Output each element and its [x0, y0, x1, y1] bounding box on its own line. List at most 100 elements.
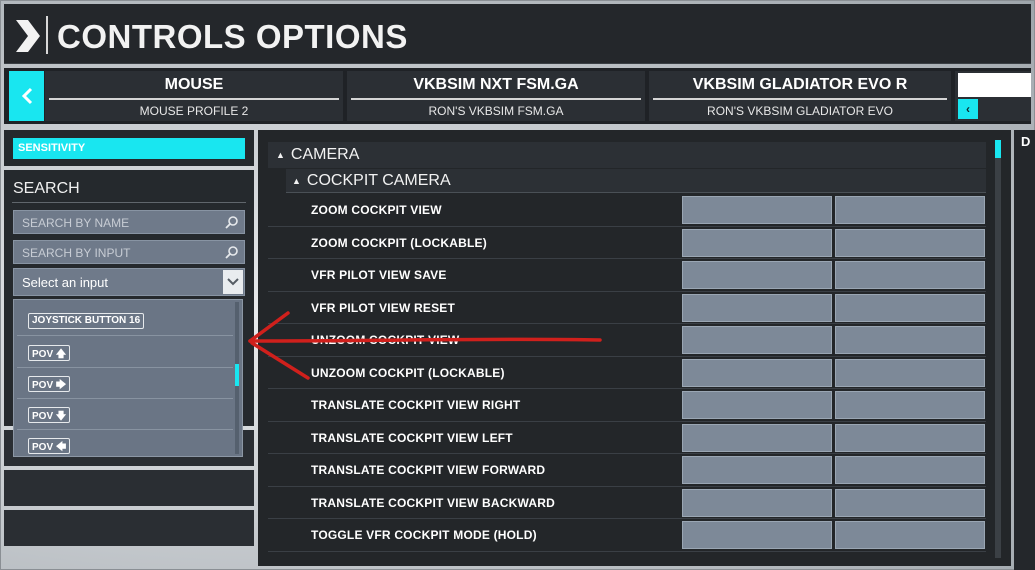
binding-row[interactable]: UNZOOM COCKPIT VIEW — [268, 324, 986, 357]
binding-row[interactable]: TOGGLE VFR COCKPIT MODE (HOLD) — [268, 519, 986, 552]
binding-slot-secondary[interactable] — [835, 521, 985, 549]
device-profile: MOUSE PROFILE 2 — [139, 104, 249, 118]
details-panel-initial: D — [1021, 134, 1031, 149]
bindings-list: ZOOM COCKPIT VIEW ZOOM COCKPIT (LOCKABLE)… — [268, 194, 986, 552]
divider — [12, 202, 246, 203]
binding-row[interactable]: UNZOOM COCKPIT (LOCKABLE) — [268, 357, 986, 389]
dropdown-item-pov-down[interactable]: POV 🡇 — [17, 399, 233, 430]
page-header: CONTROLS OPTIONS — [4, 4, 1031, 64]
binding-slot-secondary[interactable] — [835, 326, 985, 354]
details-panel: D — [1014, 130, 1035, 570]
caret-up-icon: ▲ — [292, 175, 301, 186]
device-tab-partial — [958, 73, 1031, 97]
search-heading: SEARCH — [13, 180, 80, 197]
binding-slot-secondary[interactable] — [835, 488, 985, 517]
binding-label: VFR PILOT VIEW SAVE — [311, 268, 447, 282]
input-tag: POV 🡅 — [28, 345, 71, 361]
binding-row[interactable]: TRANSLATE COCKPIT VIEW FORWARD — [268, 454, 986, 487]
binding-row[interactable]: VFR PILOT VIEW RESET — [268, 292, 986, 324]
binding-slot-primary[interactable] — [682, 423, 832, 452]
binding-slot-primary[interactable] — [682, 358, 832, 387]
device-tab-next[interactable]: ‹ — [955, 71, 1031, 121]
binding-slot-secondary[interactable] — [835, 196, 985, 224]
binding-slot-secondary[interactable] — [835, 228, 985, 257]
binding-slot-primary[interactable] — [682, 228, 832, 257]
device-profile: RON'S VKBSIM GLADIATOR EVO — [707, 104, 893, 118]
category-camera[interactable]: ▲ CAMERA — [268, 142, 986, 168]
device-bar: MOUSE MOUSE PROFILE 2 VKBSIM NXT FSM.GA … — [4, 68, 1031, 124]
binding-slot-primary[interactable] — [682, 293, 832, 322]
category-label: CAMERA — [290, 146, 360, 163]
subcategory-cockpit-camera[interactable]: ▲ COCKPIT CAMERA — [286, 169, 986, 193]
input-tag: POV 🡇 — [28, 407, 71, 423]
search-by-input-placeholder: SEARCH BY INPUT — [22, 246, 131, 260]
dropdown-item-pov-left[interactable]: POV 🡄 — [17, 430, 233, 456]
binding-slot-primary[interactable] — [682, 326, 832, 354]
main-scrollbar[interactable] — [995, 140, 1001, 558]
binding-slot-secondary[interactable] — [835, 293, 985, 322]
device-profile: RON'S VKBSIM FSM.GA — [428, 104, 564, 118]
binding-label: TRANSLATE COCKPIT VIEW FORWARD — [311, 463, 546, 477]
binding-label: TRANSLATE COCKPIT VIEW LEFT — [311, 430, 513, 445]
binding-slot-secondary[interactable] — [835, 358, 985, 387]
input-dropdown-list[interactable]: JOYSTICK BUTTON 16 POV 🡅 POV 🡆 POV 🡇 POV… — [13, 299, 243, 457]
chevron-down-icon[interactable] — [223, 270, 243, 294]
input-tag: POV 🡆 — [28, 376, 71, 392]
binding-label: UNZOOM COCKPIT (LOCKABLE) — [311, 365, 505, 380]
device-name: VKBSIM GLADIATOR EVO R — [692, 76, 908, 93]
binding-row[interactable]: TRANSLATE COCKPIT VIEW RIGHT — [268, 389, 986, 422]
binding-slot-secondary[interactable] — [835, 391, 985, 419]
chevron-left-icon[interactable]: ‹ — [958, 99, 978, 119]
binding-slot-secondary[interactable] — [835, 261, 985, 289]
binding-label: TOGGLE VFR COCKPIT MODE (HOLD) — [311, 528, 537, 542]
caret-up-icon: ▲ — [276, 149, 285, 160]
header-separator — [46, 16, 48, 54]
binding-slot-primary[interactable] — [682, 521, 832, 549]
search-by-name-placeholder: SEARCH BY NAME — [22, 216, 130, 230]
binding-label: ZOOM COCKPIT (LOCKABLE) — [311, 235, 487, 250]
select-input-value: Select an input — [22, 275, 109, 290]
device-name: MOUSE — [164, 76, 224, 93]
binding-row[interactable]: VFR PILOT VIEW SAVE — [268, 259, 986, 292]
binding-label: TRANSLATE COCKPIT VIEW RIGHT — [311, 398, 521, 412]
input-tag: POV 🡄 — [28, 438, 71, 454]
binding-row[interactable]: ZOOM COCKPIT VIEW — [268, 194, 986, 227]
search-by-name-input[interactable]: SEARCH BY NAME — [13, 210, 245, 234]
sensitivity-button[interactable]: SENSITIVITY — [13, 138, 245, 159]
dropdown-item-joystick-button-16[interactable]: JOYSTICK BUTTON 16 — [17, 305, 233, 336]
list-item — [4, 510, 254, 546]
device-prev-button[interactable] — [9, 71, 44, 121]
main-scrollbar-thumb[interactable] — [995, 140, 1001, 158]
chevron-left-icon — [21, 87, 32, 105]
binding-slot-primary[interactable] — [682, 196, 832, 224]
device-name: VKBSIM NXT FSM.GA — [413, 76, 579, 93]
dropdown-item-pov-right[interactable]: POV 🡆 — [17, 368, 233, 399]
binding-label: VFR PILOT VIEW RESET — [311, 300, 456, 315]
device-tab-mouse[interactable]: MOUSE MOUSE PROFILE 2 — [45, 71, 343, 121]
dropdown-item-pov-up[interactable]: POV 🡅 — [17, 337, 233, 368]
search-icon[interactable] — [225, 245, 239, 259]
binding-label: TRANSLATE COCKPIT VIEW BACKWARD — [311, 495, 555, 510]
binding-slot-primary[interactable] — [682, 488, 832, 517]
binding-label: UNZOOM COCKPIT VIEW — [311, 333, 460, 347]
binding-slot-secondary[interactable] — [835, 423, 985, 452]
device-tab-vkbsim-gladiator[interactable]: VKBSIM GLADIATOR EVO R RON'S VKBSIM GLAD… — [649, 71, 951, 121]
binding-slot-primary[interactable] — [682, 261, 832, 289]
binding-slot-primary[interactable] — [682, 391, 832, 419]
binding-row[interactable]: ZOOM COCKPIT (LOCKABLE) — [268, 227, 986, 259]
sensitivity-section: SENSITIVITY — [4, 130, 254, 166]
search-icon[interactable] — [225, 215, 239, 229]
binding-row[interactable]: TRANSLATE COCKPIT VIEW LEFT — [268, 422, 986, 454]
chevron-right-icon[interactable] — [14, 18, 42, 54]
list-item — [4, 470, 254, 506]
subcategory-label: COCKPIT CAMERA — [306, 172, 451, 189]
device-tab-vkbsim-nxt[interactable]: VKBSIM NXT FSM.GA RON'S VKBSIM FSM.GA — [347, 71, 645, 121]
binding-label: ZOOM COCKPIT VIEW — [311, 203, 442, 217]
binding-slot-primary[interactable] — [682, 456, 832, 484]
search-by-input-field[interactable]: SEARCH BY INPUT — [13, 240, 245, 264]
dropdown-scrollbar-thumb[interactable] — [235, 364, 239, 386]
binding-slot-secondary[interactable] — [835, 456, 985, 484]
binding-row[interactable]: TRANSLATE COCKPIT VIEW BACKWARD — [268, 487, 986, 519]
input-tag: JOYSTICK BUTTON 16 — [28, 313, 145, 329]
select-input-dropdown[interactable]: Select an input — [13, 268, 245, 296]
